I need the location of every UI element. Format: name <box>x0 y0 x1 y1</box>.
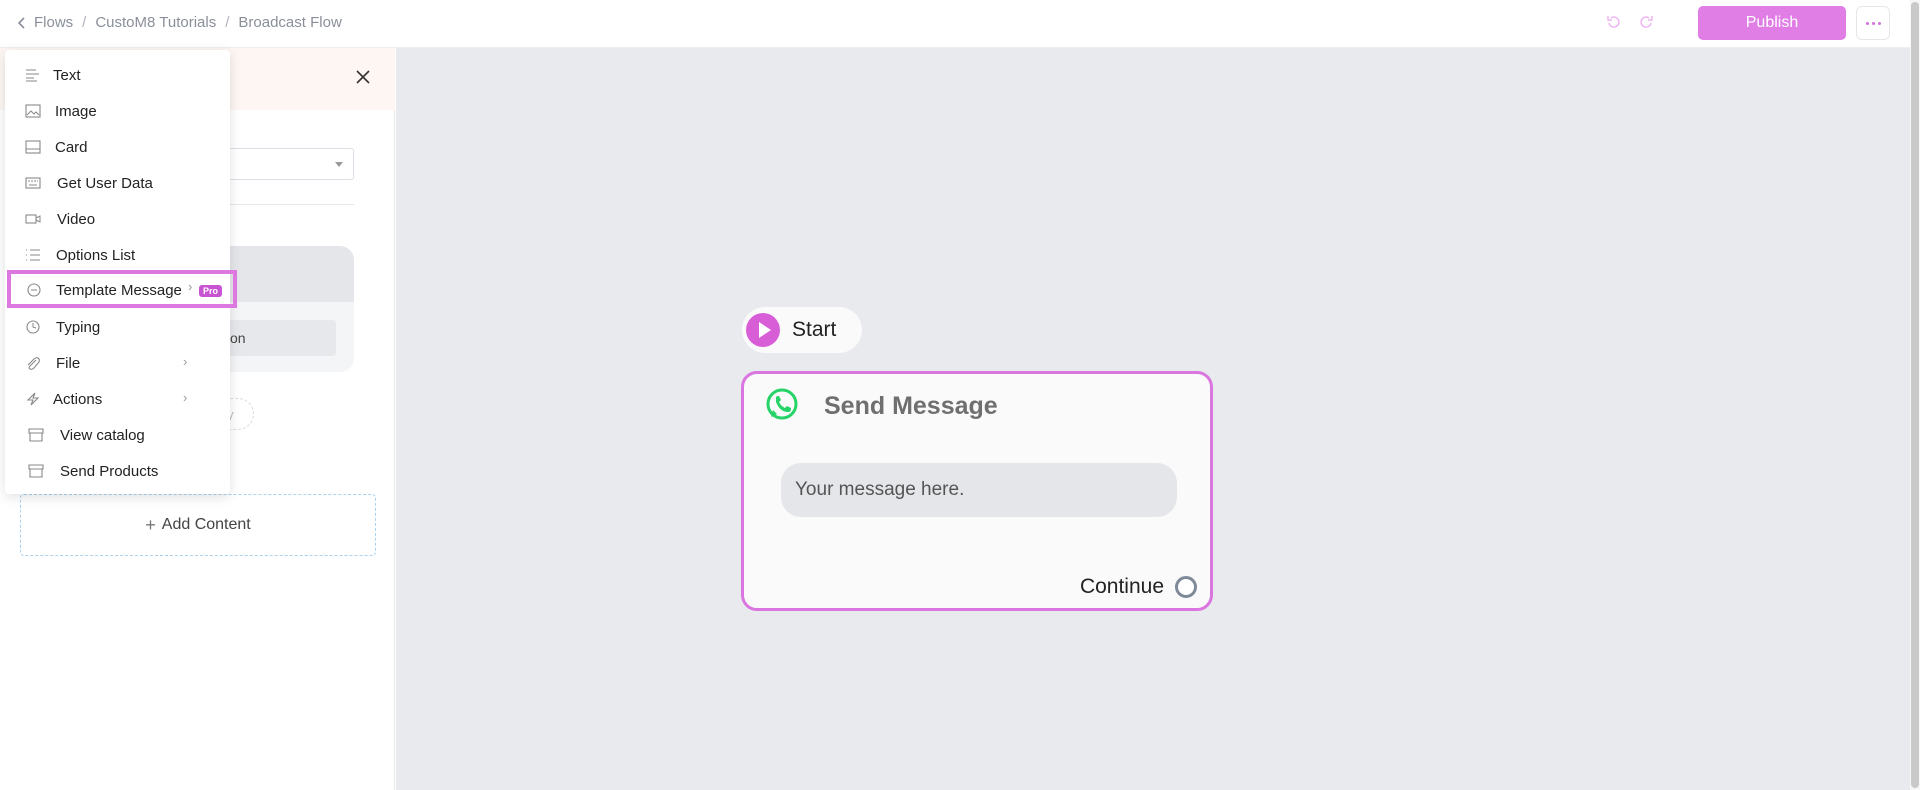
breadcrumb: Flows / CustoM8 Tutorials / Broadcast Fl… <box>14 14 342 31</box>
continue-label: Continue <box>1079 575 1164 598</box>
menu-item-video[interactable]: Video <box>5 201 230 237</box>
menu-item-label: File <box>56 355 81 372</box>
more-options-button[interactable] <box>1856 6 1890 40</box>
redo-icon[interactable] <box>1637 13 1655 31</box>
close-icon[interactable] <box>354 68 372 86</box>
whatsapp-icon <box>766 388 798 420</box>
list-icon <box>26 249 40 261</box>
menu-item-label: Options List <box>56 247 136 264</box>
breadcrumb-flows[interactable]: Flows <box>34 14 73 31</box>
chevron-right-icon: › <box>183 390 188 405</box>
page-scrollbar[interactable] <box>1910 0 1920 790</box>
history-controls <box>1605 13 1655 31</box>
play-icon <box>746 313 780 347</box>
ellipsis-dot <box>1871 21 1875 25</box>
menu-item-text[interactable]: Text <box>5 57 230 93</box>
undo-icon[interactable] <box>1605 13 1623 31</box>
menu-item-get-user-data[interactable]: Get User Data <box>5 165 230 201</box>
card-icon <box>25 140 41 154</box>
store-icon <box>28 464 44 478</box>
menu-item-view-catalog[interactable]: View catalog <box>5 417 230 453</box>
menu-item-label: Text <box>53 67 81 84</box>
menu-item-file[interactable]: File › <box>5 345 230 381</box>
menu-item-label: Typing <box>56 319 101 336</box>
menu-item-label: View catalog <box>60 427 145 444</box>
keyboard-icon <box>25 177 41 189</box>
breadcrumb-separator: / <box>225 14 230 31</box>
menu-item-label: Actions <box>53 391 103 408</box>
image-icon <box>25 104 41 118</box>
scrollbar-thumb[interactable] <box>1911 2 1919 788</box>
publish-button[interactable]: Publish <box>1698 6 1846 40</box>
menu-item-label: Template Message <box>56 282 182 299</box>
menu-item-options-list[interactable]: Options List <box>5 237 230 273</box>
menu-item-label: Card <box>55 139 88 156</box>
ellipsis-dot <box>1877 21 1881 25</box>
ellipsis-icon <box>1865 21 1869 25</box>
video-icon <box>25 214 41 224</box>
start-node[interactable]: Start <box>742 307 862 353</box>
menu-item-label: Get User Data <box>57 175 153 192</box>
text-lines-icon <box>26 69 39 82</box>
chevron-right-icon: › <box>188 279 193 294</box>
add-content-button[interactable]: + Add Content <box>20 494 376 556</box>
message-bubble[interactable]: Your message here. <box>781 463 1177 517</box>
clock-icon <box>26 320 40 334</box>
breadcrumb-separator: / <box>82 14 87 31</box>
add-content-label: Add Content <box>161 516 251 533</box>
menu-item-template-message[interactable]: Template Message › Pro <box>7 270 237 308</box>
menu-item-actions[interactable]: Actions › <box>5 381 230 417</box>
connection-handle[interactable] <box>1175 576 1197 598</box>
plus-icon: + <box>145 514 156 535</box>
pro-badge: Pro <box>199 285 223 297</box>
chevron-left-icon[interactable] <box>14 15 30 31</box>
chevron-right-icon: › <box>183 354 188 369</box>
lightning-icon <box>26 392 40 406</box>
menu-item-label: Send Products <box>60 463 159 480</box>
menu-item-card[interactable]: Card <box>5 129 230 165</box>
breadcrumb-folder[interactable]: CustoM8 Tutorials <box>95 14 216 31</box>
store-icon <box>28 428 44 442</box>
start-node-label: Start <box>792 318 837 341</box>
add-content-menu: Text Image Card Get User Data Video Opti… <box>5 50 237 494</box>
menu-item-send-products[interactable]: Send Products <box>5 453 230 489</box>
menu-item-label: Image <box>55 103 97 120</box>
menu-item-label: Video <box>57 211 96 228</box>
node-title: Send Message <box>824 392 998 420</box>
caret-down-icon <box>335 162 343 167</box>
top-bar: Flows / CustoM8 Tutorials / Broadcast Fl… <box>0 0 1910 48</box>
breadcrumb-current: Broadcast Flow <box>238 14 342 31</box>
chat-bubble-icon <box>27 283 41 297</box>
send-message-node[interactable]: Send Message Your message here. Continue <box>741 371 1213 611</box>
menu-item-typing[interactable]: Typing <box>5 309 230 345</box>
paperclip-icon <box>27 357 40 370</box>
menu-item-image[interactable]: Image <box>5 93 230 129</box>
